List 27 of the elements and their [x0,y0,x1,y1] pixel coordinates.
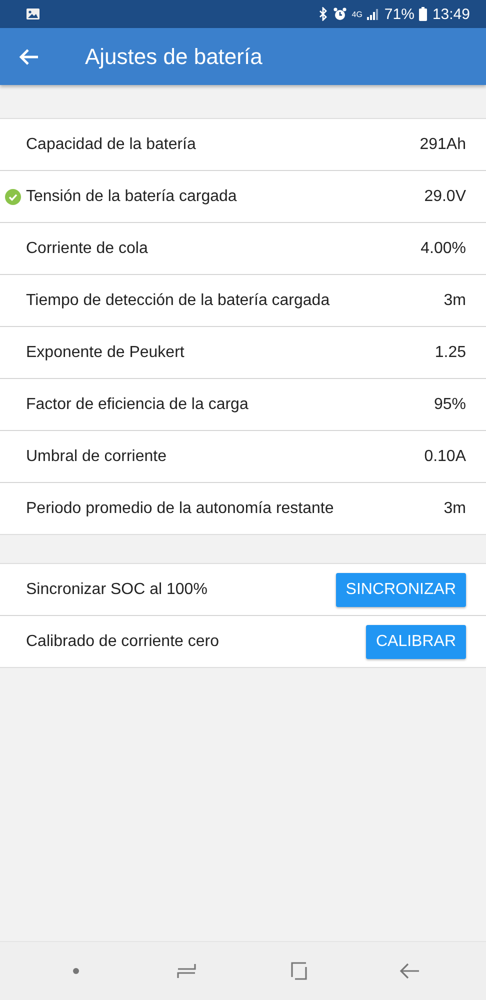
screen-title: Ajustes de batería [85,44,262,70]
setting-value: 4.00% [420,240,466,258]
setting-label[interactable]: Umbral de corriente [26,448,424,466]
battery-percent: 71% [384,6,414,22]
setting-value: 1.25 [434,344,466,362]
setting-label[interactable]: Corriente de cola [26,240,421,258]
action-label: Calibrado de corriente cero [26,632,220,650]
battery-icon [419,7,428,21]
setting-value: 291Ah [420,136,466,154]
alarm-icon [332,7,347,21]
bluetooth-icon [318,7,328,21]
setting-label[interactable]: Capacidad de la batería [26,136,420,154]
setting-value: 3m [444,500,466,518]
setting-label[interactable]: Factor de eficiencia de la carga [26,396,434,414]
setting-label[interactable]: Tiempo de detección de la batería cargada [26,292,444,310]
setting-label[interactable]: Tensión de la batería cargada [26,188,424,206]
gallery-icon [26,8,40,20]
setting-value: 0.10A [424,448,466,466]
signal-icon [367,8,380,20]
setting-value: 95% [434,396,466,414]
setting-value: 3m [444,292,466,310]
setting-label[interactable]: Exponente de Peukert [26,344,435,362]
network-type: 4G [352,10,362,18]
action-label: Sincronizar SOC al 100% [26,580,208,598]
setting-value: 29.0V [424,188,466,206]
clock: 13:49 [432,6,470,22]
setting-label[interactable]: Periodo promedio de la autonomía restante [26,500,444,518]
